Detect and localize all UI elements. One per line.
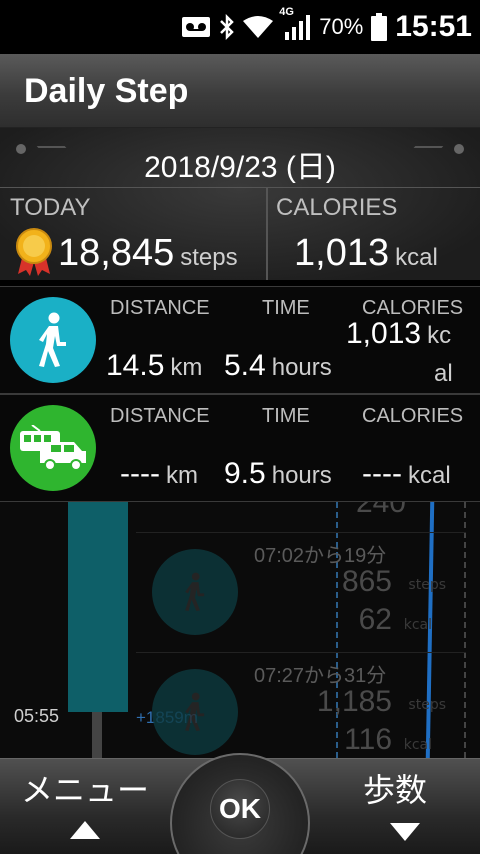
vehicle-calories-value: ---- — [362, 457, 402, 490]
walk-calories-unit-wrap: al — [434, 355, 453, 389]
arrow-down-icon — [390, 823, 420, 841]
app-title: Daily Step — [24, 72, 189, 110]
status-bar: 4G 70% 15:51 — [0, 0, 480, 54]
vehicle-distance: ---- km — [120, 457, 198, 491]
walk-time-unit: hours — [271, 354, 332, 381]
steps-label: 歩数 — [362, 771, 427, 809]
menu-label: メニュー — [20, 771, 149, 809]
vehicle-distance-value: ---- — [120, 457, 160, 490]
calories-count: 1,013 — [294, 232, 390, 274]
bluetooth-icon — [219, 14, 235, 40]
steps-unit: steps — [180, 244, 238, 271]
activity-history-list[interactable]: 05:55 +1859m 240 07:02から19分 865 steps 62… — [0, 502, 480, 758]
battery-percent: 70% — [319, 14, 364, 39]
walk-calories-value: 1,013 — [346, 317, 422, 350]
history-steps-unit: steps — [408, 577, 446, 593]
walk-time: 5.4 hours — [224, 349, 332, 383]
timeline-stem — [92, 712, 102, 758]
arrow-up-icon — [70, 821, 100, 839]
column-divider — [266, 188, 268, 280]
activity-bar — [68, 502, 128, 712]
timeline-time: 05:55 — [14, 706, 60, 726]
walking-person-icon — [10, 297, 96, 383]
history-kcal: 62 — [358, 603, 392, 636]
date-header[interactable]: 2018/9/23 (日) — [0, 128, 480, 188]
history-partial-value: 240 — [355, 502, 406, 519]
history-steps: 865 — [341, 565, 392, 598]
walk-time-value: 5.4 — [224, 349, 266, 382]
vehicle-time-value: 9.5 — [224, 457, 266, 490]
steps-softkey[interactable]: 歩数 — [310, 759, 480, 854]
vehicle-activity-row[interactable]: DISTANCE TIME CALORIES ---- km 9.5 hours -… — [0, 394, 480, 502]
ok-button[interactable]: OK — [210, 779, 270, 839]
history-kcal-unit: kcal — [403, 617, 432, 633]
calories-value: 1,013 kcal — [294, 232, 438, 275]
battery-icon — [371, 13, 388, 41]
walk-time-label: TIME — [262, 297, 310, 319]
vehicle-time-unit: hours — [271, 462, 332, 489]
app-bar: Daily Step — [0, 54, 480, 128]
history-item[interactable]: 07:27から31分 1,185 steps 116 kcal — [136, 652, 466, 756]
calories-unit: kcal — [395, 244, 438, 271]
wifi-icon — [243, 15, 274, 39]
walk-calories-unit-tail: al — [434, 360, 453, 387]
history-item[interactable]: 07:02から19分 865 steps 62 kcal — [136, 532, 466, 636]
history-steps-unit: steps — [408, 697, 446, 713]
walk-distance-unit: km — [170, 354, 203, 381]
vehicle-calories: ---- kcal — [362, 457, 451, 491]
history-steps: 1,185 — [316, 685, 392, 718]
walk-calories-unit: kc — [427, 322, 452, 349]
walk-distance-label: DISTANCE — [110, 297, 210, 319]
today-label: TODAY — [10, 194, 91, 221]
history-kcal-unit: kcal — [403, 737, 432, 753]
walking-activity-row[interactable]: DISTANCE TIME CALORIES 14.5 km 5.4 hours 1… — [0, 286, 480, 394]
history-kcal: 116 — [344, 723, 392, 756]
softkey-bar: メニュー OK 歩数 — [0, 753, 480, 854]
cellular-signal-icon: 4G — [279, 6, 311, 40]
menu-softkey[interactable]: メニュー — [0, 759, 170, 854]
vehicle-calories-unit: kcal — [407, 462, 451, 489]
walk-distance: 14.5 km — [106, 349, 202, 383]
voicemail-icon — [181, 16, 211, 38]
date-label: 2018/9/23 (日) — [144, 151, 336, 184]
vehicle-time-label: TIME — [262, 405, 310, 427]
walk-distance-value: 14.5 — [106, 349, 165, 382]
history-start: 07:27から31分 — [254, 665, 387, 687]
vehicle-time: 9.5 hours — [224, 457, 332, 491]
walking-person-icon — [152, 669, 238, 755]
steps-count: 18,845 — [58, 232, 175, 274]
train-car-icon — [10, 405, 96, 491]
daily-summary-panel: 2018/9/23 (日) TODAY 18,845 steps CALORIES… — [0, 128, 480, 280]
vehicle-distance-unit: km — [165, 462, 198, 489]
gold-medal-icon — [12, 228, 56, 276]
walk-calories: 1,013 kc — [346, 317, 451, 351]
calories-label: CALORIES — [276, 194, 398, 221]
clock: 15:51 — [395, 10, 472, 43]
walking-person-icon — [152, 549, 238, 635]
vehicle-distance-label: DISTANCE — [110, 405, 210, 427]
today-steps-value: 18,845 steps — [58, 232, 238, 275]
history-start: 07:02から19分 — [254, 545, 387, 567]
network-type-label: 4G — [279, 6, 294, 18]
vehicle-calories-label: CALORIES — [362, 405, 464, 427]
